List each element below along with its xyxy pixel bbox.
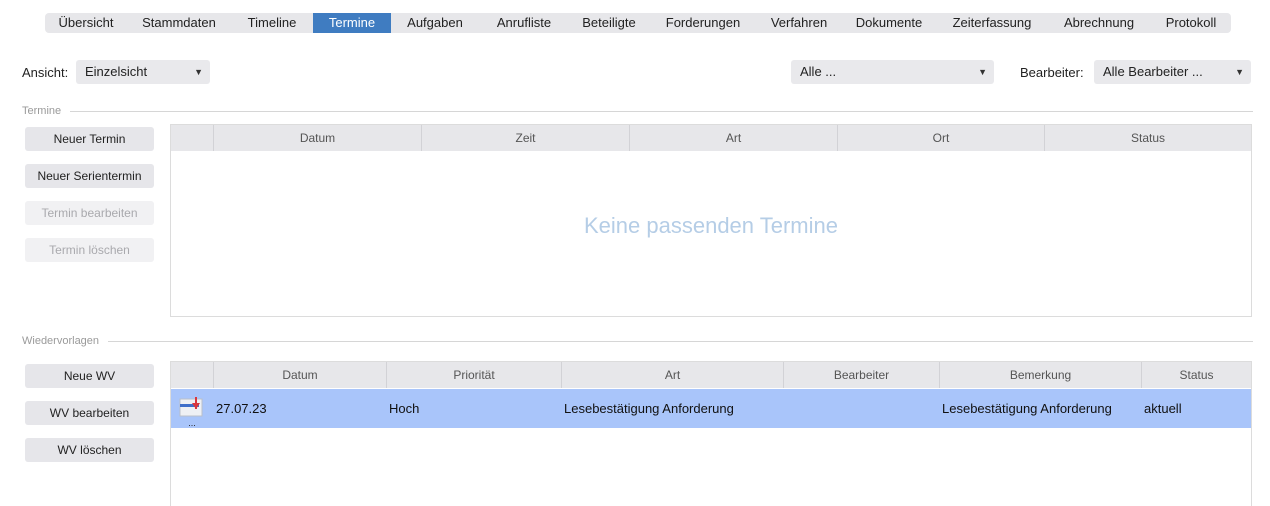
wv-row-prioritaet: Hoch xyxy=(389,401,420,416)
termine-section-divider xyxy=(70,111,1253,112)
tab-dokumente[interactable]: Dokumente xyxy=(841,13,937,33)
type-filter-select[interactable]: Alle ... ▼ xyxy=(791,60,994,84)
bearbeiter-select-value: Alle Bearbeiter ... xyxy=(1103,64,1203,79)
termine-section-title: Termine xyxy=(22,105,62,117)
wv-column-bearbeiter[interactable]: Bearbeiter xyxy=(783,362,939,388)
type-filter-value: Alle ... xyxy=(800,64,837,79)
wiedervorlagen-section-title: Wiedervorlagen xyxy=(22,335,100,347)
tab-beteiligte[interactable]: Beteiligte xyxy=(569,13,649,33)
tab-anrufliste[interactable]: Anrufliste xyxy=(479,13,569,33)
wv-row-art: Lesebestätigung Anforderung xyxy=(564,401,734,416)
termine-column-ort[interactable]: Ort xyxy=(837,125,1044,151)
wv-column-status[interactable]: Status xyxy=(1141,362,1251,388)
wv-row-bemerkung: Lesebestätigung Anforderung xyxy=(942,401,1112,416)
chevron-down-icon: ▼ xyxy=(978,67,987,77)
tab-protokoll[interactable]: Protokoll xyxy=(1151,13,1231,33)
new-wv-button[interactable]: Neue WV xyxy=(25,364,154,388)
new-series-appointment-button[interactable]: Neuer Serientermin xyxy=(25,164,154,188)
ansicht-select-value: Einzelsicht xyxy=(85,64,148,79)
ansicht-label: Ansicht: xyxy=(22,65,69,80)
tab-uebersicht[interactable]: Übersicht xyxy=(45,13,127,33)
termine-table: Datum Zeit Art Ort Status Keine passende… xyxy=(170,124,1252,317)
tab-abrechnung[interactable]: Abrechnung xyxy=(1047,13,1151,33)
termine-column-datum[interactable]: Datum xyxy=(213,125,421,151)
ansicht-select[interactable]: Einzelsicht ▼ xyxy=(76,60,210,84)
bearbeiter-label: Bearbeiter: xyxy=(1020,65,1084,80)
wiedervorlagen-table-header: Datum Priorität Art Bearbeiter Bemerkung… xyxy=(171,362,1251,388)
new-appointment-button[interactable]: Neuer Termin xyxy=(25,127,154,151)
calendar-flag-icon: ... xyxy=(179,389,205,428)
tab-timeline[interactable]: Timeline xyxy=(231,13,313,33)
delete-wv-button[interactable]: WV löschen xyxy=(25,438,154,462)
wv-column-bemerkung[interactable]: Bemerkung xyxy=(939,362,1141,388)
termine-empty-message: Keine passenden Termine xyxy=(584,213,838,238)
tab-verfahren[interactable]: Verfahren xyxy=(757,13,841,33)
wiedervorlagen-section-divider xyxy=(108,341,1253,342)
wv-row-status: aktuell xyxy=(1144,401,1182,416)
termine-column-zeit[interactable]: Zeit xyxy=(421,125,629,151)
bearbeiter-select[interactable]: Alle Bearbeiter ... ▼ xyxy=(1094,60,1251,84)
wv-column-prioritaet[interactable]: Priorität xyxy=(386,362,561,388)
svg-text:...: ... xyxy=(188,418,196,428)
wiedervorlagen-table: Datum Priorität Art Bearbeiter Bemerkung… xyxy=(170,361,1252,506)
termine-icon-column-header[interactable] xyxy=(171,125,213,151)
delete-appointment-button[interactable]: Termin löschen xyxy=(25,238,154,262)
termine-column-art[interactable]: Art xyxy=(629,125,837,151)
tab-aufgaben[interactable]: Aufgaben xyxy=(391,13,479,33)
termine-column-status[interactable]: Status xyxy=(1044,125,1251,151)
wv-icon-column-header[interactable] xyxy=(171,362,213,388)
chevron-down-icon: ▼ xyxy=(194,67,203,77)
table-row[interactable]: ... 27.07.23 Hoch Lesebestätigung Anford… xyxy=(171,389,1251,428)
tab-stammdaten[interactable]: Stammdaten xyxy=(127,13,231,33)
termine-table-header: Datum Zeit Art Ort Status xyxy=(171,125,1251,151)
tab-bar: Übersicht Stammdaten Timeline Termine Au… xyxy=(45,13,1231,33)
tab-termine[interactable]: Termine xyxy=(313,13,391,33)
edit-wv-button[interactable]: WV bearbeiten xyxy=(25,401,154,425)
edit-appointment-button[interactable]: Termin bearbeiten xyxy=(25,201,154,225)
chevron-down-icon: ▼ xyxy=(1235,67,1244,77)
tab-zeiterfassung[interactable]: Zeiterfassung xyxy=(937,13,1047,33)
wv-column-art[interactable]: Art xyxy=(561,362,783,388)
wv-row-datum: 27.07.23 xyxy=(216,401,267,416)
wv-column-datum[interactable]: Datum xyxy=(213,362,386,388)
tab-forderungen[interactable]: Forderungen xyxy=(649,13,757,33)
